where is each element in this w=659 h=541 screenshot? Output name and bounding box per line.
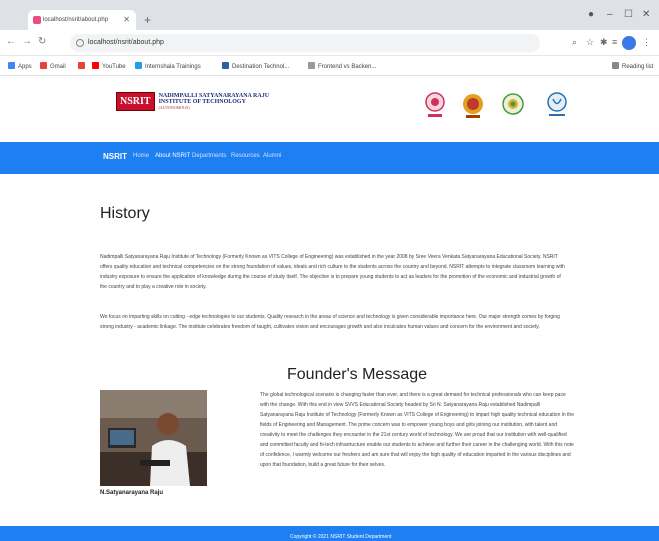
naac-emblem-icon [502, 93, 524, 115]
media-icon[interactable]: ≡ [612, 37, 617, 47]
logo-text: NADIMPALLI SATYANARAYANA RAJU INSTITUTE … [159, 93, 269, 111]
founder-heading: Founder's Message [287, 366, 428, 383]
forward-icon[interactable]: → [22, 36, 32, 47]
bookmark-youtube[interactable]: YouTube [92, 62, 126, 70]
aicte-emblem-icon [425, 92, 445, 117]
nav-link-departments[interactable]: Departments [192, 153, 226, 159]
reload-icon[interactable]: ↻ [38, 36, 46, 47]
globe-icon [308, 62, 315, 69]
history-paragraph-2: We focus on imparting skills on cutting … [100, 314, 560, 330]
nav-link-alumni[interactable]: Alumni [263, 153, 281, 159]
nav-link-about[interactable]: About NSRIT [155, 153, 190, 159]
reading-list-icon [612, 62, 619, 69]
nav-brand[interactable]: NSRIT [103, 152, 127, 161]
youtube-icon [92, 62, 99, 69]
bookmark-frontend[interactable]: Frontend vs Backen... [308, 62, 376, 70]
site-footer: Copyright © 2021 NSRIT Student Departmen… [0, 526, 659, 541]
bookmark-gmail[interactable]: Gmail [40, 62, 66, 70]
site-logo[interactable]: NSRIT NADIMPALLI SATYANARAYANA RAJU INST… [116, 92, 269, 111]
record-icon[interactable]: ● [588, 9, 594, 20]
bookmark-destination[interactable]: Destination Technol... [222, 62, 289, 70]
bookmark-internshala[interactable]: Internshala Trainings [135, 62, 201, 70]
profile-avatar[interactable] [622, 36, 636, 50]
founder-name: N.Satyanarayana Raju [100, 490, 164, 496]
close-window-icon[interactable]: ✕ [642, 9, 650, 20]
extensions-icon[interactable]: ✱ [600, 37, 608, 48]
favicon-icon [33, 16, 41, 24]
nav-link-resources[interactable]: Resources [231, 153, 260, 159]
url-text: localhost/nsrit/about.php [88, 39, 164, 46]
bookmark-apps[interactable]: Apps [8, 62, 32, 70]
address-bar-row: ← → ↻ localhost/nsrit/about.php ⌕ ☆ ✱ ≡ … [0, 30, 659, 56]
maximize-icon[interactable]: ☐ [624, 9, 633, 20]
bookmarks-bar: Apps Gmail YouTube Internshala Trainings… [0, 56, 659, 76]
footer-copyright: Copyright © 2021 NSRIT Student Departmen… [290, 534, 392, 540]
zoom-icon[interactable]: ⌕ [572, 37, 577, 48]
bookmark-star-icon[interactable]: ☆ [586, 37, 594, 48]
logo-line1: NADIMPALLI SATYANARAYANA RAJU [158, 92, 270, 99]
menu-icon[interactable]: ⋮ [642, 37, 651, 48]
back-icon[interactable]: ← [6, 36, 16, 47]
founder-portrait-icon [100, 390, 207, 486]
reading-list[interactable]: Reading list [612, 62, 653, 70]
jntuk-emblem-icon [463, 94, 483, 118]
apps-icon [8, 62, 15, 69]
founder-message: The global technological scenario is cha… [260, 392, 574, 468]
main-navbar: NSRIT Home About NSRIT Departments Resou… [0, 142, 659, 174]
gmail-icon [40, 62, 47, 69]
new-tab-icon[interactable]: + [144, 10, 151, 30]
logo-line3: (AUTONOMOUS) [158, 104, 190, 110]
tab-title: localhost/nsrit/about.php [43, 17, 109, 23]
mail-icon [78, 62, 85, 69]
url-field[interactable]: localhost/nsrit/about.php [70, 34, 540, 52]
destination-icon [222, 62, 229, 69]
internshala-icon [135, 62, 142, 69]
bookmark-mail[interactable] [78, 62, 88, 70]
browser-tab[interactable]: localhost/nsrit/about.php ✕ [28, 10, 136, 30]
browser-tab-bar: localhost/nsrit/about.php ✕ + ● – ☐ ✕ [0, 0, 659, 30]
history-heading: History [100, 205, 150, 222]
site-info-icon[interactable] [76, 39, 84, 47]
founder-photo [100, 390, 207, 486]
close-tab-icon[interactable]: ✕ [123, 10, 130, 30]
logo-badge: NSRIT [116, 92, 155, 111]
nav-link-home[interactable]: Home [133, 153, 149, 159]
iso-emblem-icon [547, 92, 567, 116]
minimize-icon[interactable]: – [607, 9, 613, 20]
history-paragraph-1: Nadimpalli Satyanarayana Raju Institute … [100, 254, 565, 290]
